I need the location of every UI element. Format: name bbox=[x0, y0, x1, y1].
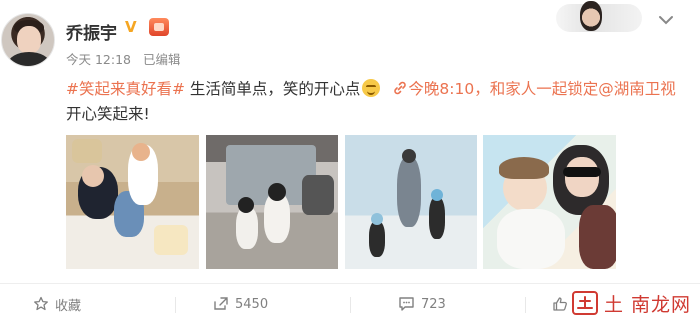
member-badge-icon bbox=[149, 18, 169, 36]
watermark-logo-icon bbox=[572, 291, 598, 315]
verified-icon: V bbox=[125, 18, 137, 36]
post-meta: 今天 12:18 已编辑 bbox=[66, 49, 189, 68]
post-text: #笑起来真好看# 生活简单点，笑的开心点 今晚8:10，和家人一起锁定@湖南卫视 … bbox=[66, 77, 686, 127]
child-head bbox=[82, 165, 104, 187]
sofa-cushion bbox=[72, 139, 102, 163]
action-separator bbox=[525, 297, 526, 313]
user-avatar[interactable] bbox=[1, 13, 55, 67]
edited-label: 已编辑 bbox=[142, 52, 181, 67]
watermark-text: 土 南龙网 bbox=[604, 293, 692, 316]
username[interactable]: 乔振宇 bbox=[66, 19, 117, 44]
star-icon bbox=[34, 296, 48, 311]
father-figure bbox=[397, 157, 421, 227]
avatar-body bbox=[8, 52, 50, 66]
comment-icon bbox=[399, 297, 414, 311]
sunglasses bbox=[563, 167, 601, 177]
site-watermark: 土 南龙网 bbox=[570, 283, 700, 323]
post-image-2[interactable] bbox=[206, 135, 338, 269]
favorite-label: 收藏 bbox=[55, 298, 82, 314]
mother-face bbox=[565, 157, 599, 197]
comment-count: 723 bbox=[421, 296, 446, 312]
comment-button[interactable]: 723 bbox=[398, 287, 446, 321]
decoration-portrait bbox=[580, 1, 602, 31]
child-cap-left bbox=[371, 213, 383, 225]
child-head-right bbox=[268, 183, 286, 201]
smile-emoji-icon bbox=[362, 79, 381, 97]
child-head-left bbox=[238, 197, 254, 213]
child-shirt bbox=[497, 209, 565, 269]
post-image-3[interactable] bbox=[345, 135, 477, 269]
woman-head bbox=[132, 143, 150, 161]
event-link[interactable]: 今晚8:10，和家人一起锁定@湖南卫视 bbox=[408, 80, 675, 98]
child-hair bbox=[499, 157, 549, 179]
card-decoration bbox=[546, 0, 646, 36]
child-figure-left bbox=[236, 207, 258, 249]
stroller bbox=[302, 175, 334, 215]
repost-icon bbox=[214, 297, 228, 310]
cake bbox=[154, 225, 188, 255]
hashtag-link[interactable]: #笑起来真好看# bbox=[66, 80, 185, 98]
post-text-line2: 开心笑起来! bbox=[66, 105, 150, 123]
post-image-1[interactable] bbox=[66, 135, 199, 269]
child-cap-right bbox=[431, 189, 443, 201]
post-time[interactable]: 今天 12:18 bbox=[66, 52, 131, 67]
action-separator bbox=[175, 297, 176, 313]
action-separator bbox=[350, 297, 351, 313]
post-text-line1: 生活简单点，笑的开心点 bbox=[184, 80, 361, 98]
father-head bbox=[402, 149, 416, 163]
favorite-button[interactable]: 收藏 bbox=[33, 287, 81, 321]
post-image-4[interactable] bbox=[483, 135, 616, 269]
child-figure-right bbox=[429, 197, 445, 239]
repost-button[interactable]: 5450 bbox=[213, 287, 268, 321]
weibo-post-card: 乔振宇 V 今天 12:18 已编辑 #笑起来真好看# 生活简单点，笑的开心点 今… bbox=[0, 0, 700, 327]
thumbs-up-icon bbox=[553, 297, 567, 311]
mother-top bbox=[579, 205, 616, 269]
link-icon[interactable] bbox=[392, 80, 408, 96]
chevron-down-icon[interactable] bbox=[657, 11, 675, 29]
child-figure-left bbox=[369, 221, 385, 257]
repost-count: 5450 bbox=[235, 296, 269, 312]
avatar-face bbox=[17, 26, 41, 54]
